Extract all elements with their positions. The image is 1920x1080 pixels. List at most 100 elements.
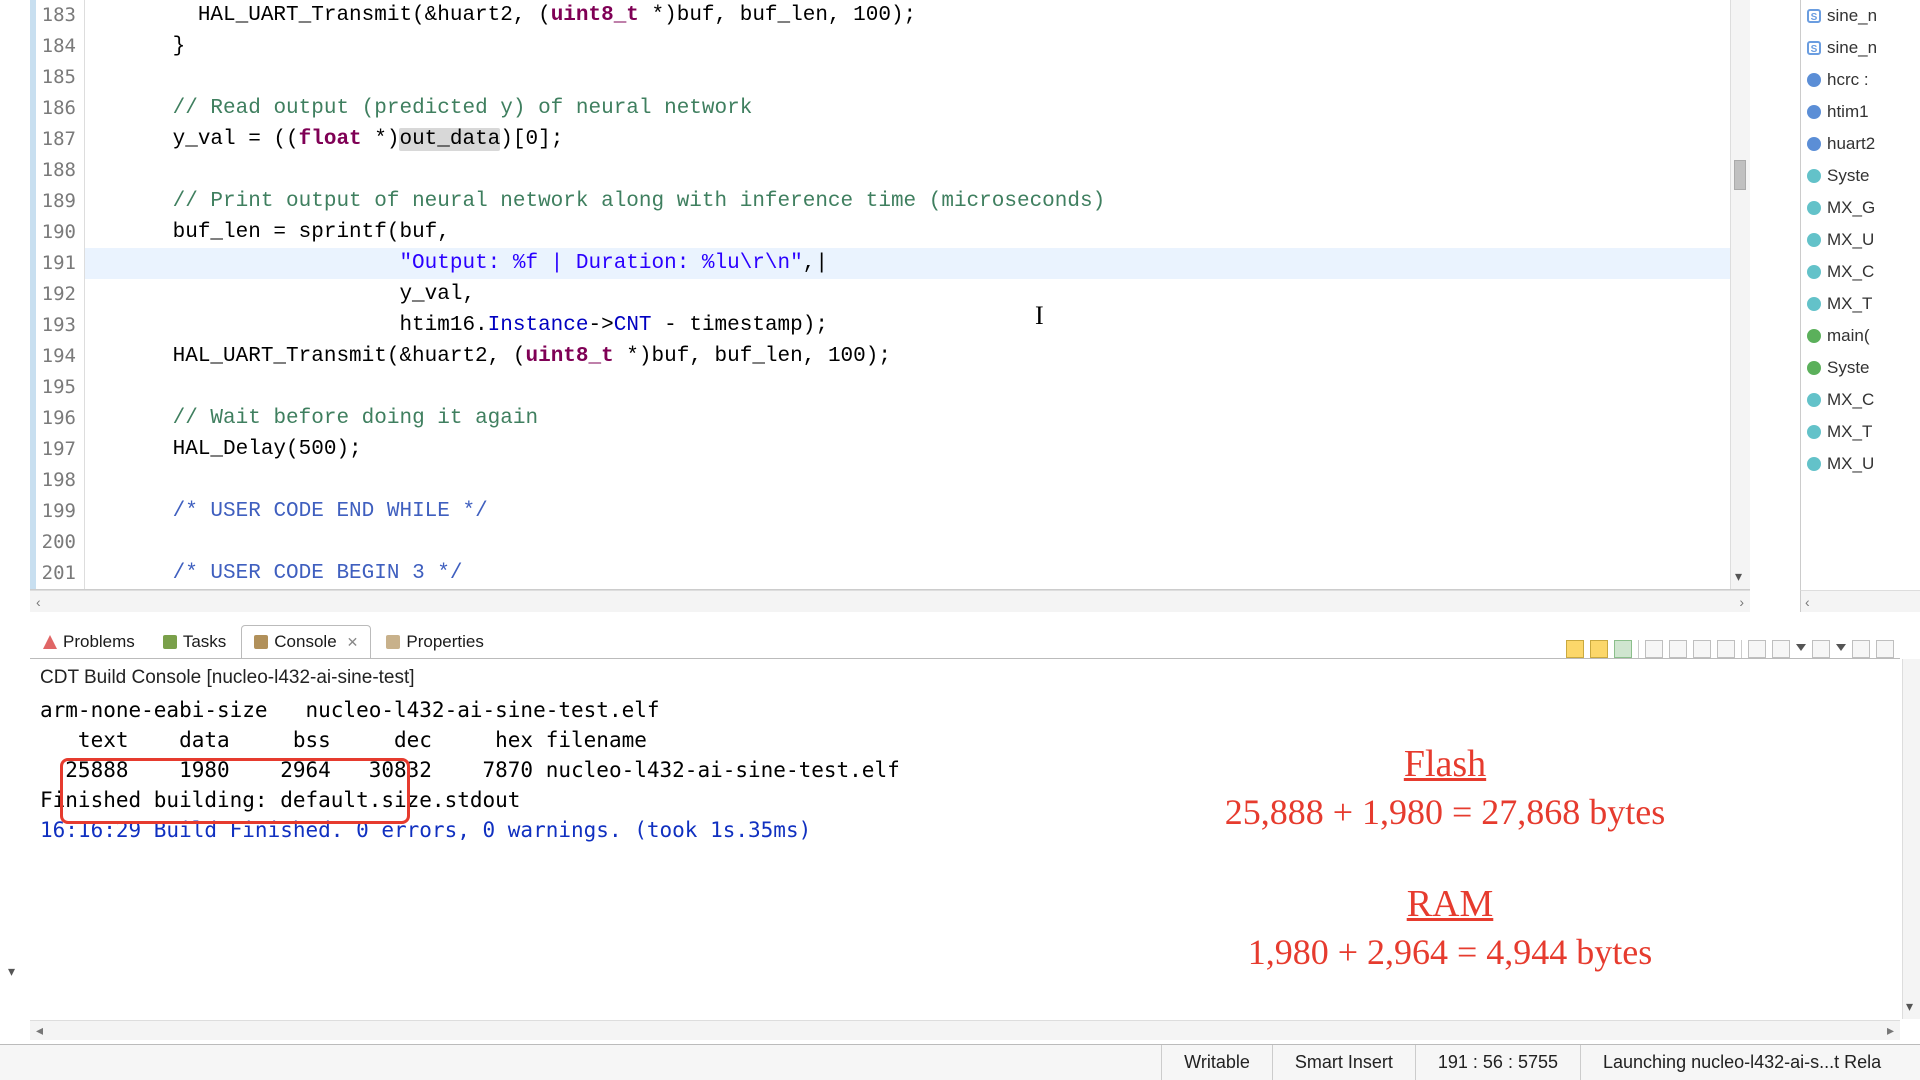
scroll-left-icon[interactable]: ‹ bbox=[1805, 594, 1810, 610]
line-number-gutter: 1831841851861871881891901911921931941951… bbox=[30, 0, 85, 589]
close-icon[interactable]: ✕ bbox=[347, 634, 359, 651]
code-line[interactable]: /* USER CODE BEGIN 3 */ bbox=[85, 558, 1730, 589]
maximize-button[interactable] bbox=[1876, 640, 1894, 658]
code-line[interactable]: /* USER CODE END WHILE */ bbox=[85, 496, 1730, 527]
tab-console[interactable]: Console ✕ bbox=[241, 625, 371, 658]
line-number: 190 bbox=[30, 217, 76, 248]
outline-item[interactable]: huart2 bbox=[1801, 128, 1920, 160]
outline-item[interactable]: hcrc : bbox=[1801, 64, 1920, 96]
outline-item[interactable]: Syste bbox=[1801, 160, 1920, 192]
annotation-heading: RAM bbox=[1140, 880, 1760, 928]
outline-item[interactable]: Syste bbox=[1801, 352, 1920, 384]
outline-item-icon bbox=[1807, 265, 1821, 279]
collapse-arrow-icon: ▾ bbox=[8, 963, 15, 980]
scroll-right-icon[interactable]: ▸ bbox=[1887, 1022, 1894, 1039]
outline-item[interactable]: MX_U bbox=[1801, 224, 1920, 256]
outline-item-label: Syste bbox=[1827, 166, 1870, 186]
scroll-left-icon[interactable]: ◂ bbox=[36, 1022, 43, 1039]
outline-panel[interactable]: Ssine_nSsine_nhcrc :htim1huart2SysteMX_G… bbox=[1800, 0, 1920, 590]
outline-item-label: MX_C bbox=[1827, 262, 1874, 282]
minimize-button[interactable] bbox=[1852, 640, 1870, 658]
outline-item-label: MX_G bbox=[1827, 198, 1875, 218]
outline-item[interactable]: MX_C bbox=[1801, 384, 1920, 416]
code-line[interactable]: // Read output (predicted y) of neural n… bbox=[85, 93, 1730, 124]
code-line[interactable]: htim16.Instance->CNT - timestamp); bbox=[85, 310, 1730, 341]
status-writable: Writable bbox=[1161, 1045, 1272, 1080]
console-vertical-scrollbar[interactable]: ▾ bbox=[1902, 659, 1920, 1019]
console-toolbar bbox=[1566, 640, 1900, 658]
outline-item[interactable]: MX_C bbox=[1801, 256, 1920, 288]
open-console-button[interactable] bbox=[1812, 640, 1830, 658]
code-line[interactable] bbox=[85, 155, 1730, 186]
toolbar-button[interactable] bbox=[1748, 640, 1766, 658]
line-number: 183 bbox=[30, 0, 76, 31]
tab-tasks[interactable]: Tasks bbox=[150, 625, 239, 658]
outline-item[interactable]: Ssine_n bbox=[1801, 32, 1920, 64]
toolbar-button[interactable] bbox=[1693, 640, 1711, 658]
code-line[interactable]: // Print output of neural network along … bbox=[85, 186, 1730, 217]
editor-horizontal-scrollbar[interactable]: ‹ › bbox=[30, 590, 1750, 612]
code-editor[interactable]: 1831841851861871881891901911921931941951… bbox=[30, 0, 1750, 590]
code-line[interactable]: y_val = ((float *)out_data)[0]; bbox=[85, 124, 1730, 155]
code-line[interactable]: buf_len = sprintf(buf, bbox=[85, 217, 1730, 248]
pin-console-button[interactable] bbox=[1614, 640, 1632, 658]
code-line[interactable]: "Output: %f | Duration: %lu\r\n",| bbox=[85, 248, 1730, 279]
code-line[interactable]: HAL_Delay(500); bbox=[85, 434, 1730, 465]
code-line[interactable] bbox=[85, 372, 1730, 403]
separator bbox=[1741, 640, 1742, 658]
tab-problems[interactable]: Problems bbox=[30, 625, 148, 658]
line-number: 186 bbox=[30, 93, 76, 124]
separator bbox=[1638, 640, 1639, 658]
outline-item-icon bbox=[1807, 457, 1821, 471]
scroll-left-icon[interactable]: ‹ bbox=[36, 594, 41, 610]
console-horizontal-scrollbar[interactable]: ◂ ▸ bbox=[30, 1020, 1900, 1040]
console-title: CDT Build Console [nucleo-l432-ai-sine-t… bbox=[30, 659, 1900, 695]
code-line[interactable]: y_val, bbox=[85, 279, 1730, 310]
display-selected-console-button[interactable] bbox=[1772, 640, 1790, 658]
outline-item[interactable]: Ssine_n bbox=[1801, 0, 1920, 32]
scroll-right-icon[interactable]: › bbox=[1739, 594, 1744, 610]
dropdown-icon[interactable] bbox=[1836, 644, 1846, 654]
outline-item-label: MX_U bbox=[1827, 230, 1874, 250]
outline-item[interactable]: MX_T bbox=[1801, 288, 1920, 320]
scrollbar-thumb[interactable] bbox=[1734, 160, 1746, 190]
next-error-button[interactable] bbox=[1566, 640, 1584, 658]
left-collapse-gutter[interactable]: ▾ bbox=[0, 0, 30, 1005]
scroll-down-icon[interactable]: ▾ bbox=[1906, 998, 1913, 1015]
line-number: 188 bbox=[30, 155, 76, 186]
dropdown-icon[interactable] bbox=[1796, 644, 1806, 654]
line-number: 198 bbox=[30, 465, 76, 496]
outline-item-icon bbox=[1807, 361, 1821, 375]
line-number: 199 bbox=[30, 496, 76, 527]
code-line[interactable] bbox=[85, 465, 1730, 496]
editor-vertical-scrollbar[interactable]: ▾ bbox=[1730, 0, 1750, 589]
console-view[interactable]: CDT Build Console [nucleo-l432-ai-sine-t… bbox=[30, 659, 1900, 1039]
toolbar-button[interactable] bbox=[1669, 640, 1687, 658]
code-line[interactable] bbox=[85, 62, 1730, 93]
outline-item-label: huart2 bbox=[1827, 134, 1875, 154]
code-line[interactable]: } bbox=[85, 31, 1730, 62]
outline-item-icon bbox=[1807, 105, 1821, 119]
line-number: 196 bbox=[30, 403, 76, 434]
outline-item[interactable]: htim1 bbox=[1801, 96, 1920, 128]
code-line[interactable] bbox=[85, 527, 1730, 558]
code-content[interactable]: HAL_UART_Transmit(&huart2, (uint8_t *)bu… bbox=[85, 0, 1730, 589]
annotation-ram: RAM 1,980 + 2,964 = 4,944 bytes bbox=[1140, 880, 1760, 976]
code-line[interactable]: HAL_UART_Transmit(&huart2, (uint8_t *)bu… bbox=[85, 341, 1730, 372]
outline-item[interactable]: MX_U bbox=[1801, 448, 1920, 480]
outline-item-label: main( bbox=[1827, 326, 1870, 346]
scroll-down-icon[interactable]: ▾ bbox=[1735, 568, 1742, 585]
outline-item[interactable]: MX_T bbox=[1801, 416, 1920, 448]
code-line[interactable]: // Wait before doing it again bbox=[85, 403, 1730, 434]
tab-properties[interactable]: Properties bbox=[373, 625, 496, 658]
outline-item[interactable]: MX_G bbox=[1801, 192, 1920, 224]
toolbar-button[interactable] bbox=[1645, 640, 1663, 658]
code-line[interactable]: HAL_UART_Transmit(&huart2, (uint8_t *)bu… bbox=[85, 0, 1730, 31]
outline-horizontal-scrollbar[interactable]: ‹ bbox=[1800, 590, 1920, 612]
outline-item-icon bbox=[1807, 137, 1821, 151]
outline-item[interactable]: main( bbox=[1801, 320, 1920, 352]
prev-error-button[interactable] bbox=[1590, 640, 1608, 658]
toolbar-button[interactable] bbox=[1717, 640, 1735, 658]
annotation-text: 25,888 + 1,980 = 27,868 bytes bbox=[1225, 792, 1666, 832]
status-cursor-pos: 191 : 56 : 5755 bbox=[1415, 1045, 1580, 1080]
